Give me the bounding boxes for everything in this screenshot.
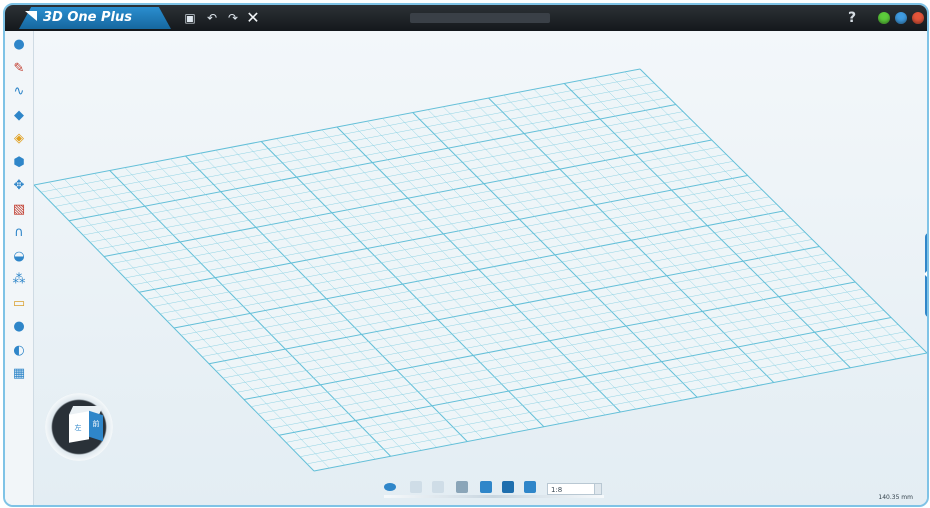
maximize-button[interactable] <box>895 12 907 24</box>
feature-icon[interactable]: ◆ <box>11 108 27 124</box>
grid-plane <box>34 69 927 471</box>
zoom-window-icon[interactable] <box>432 481 444 493</box>
redo-icon[interactable]: ↷ <box>226 9 240 27</box>
grid-settings-icon[interactable]: ▦ <box>11 366 27 382</box>
3d-viewport[interactable] <box>34 31 927 505</box>
work-plane-grid <box>34 68 927 472</box>
close-button[interactable] <box>912 12 924 24</box>
status-readout: 140.35 mm <box>878 494 913 501</box>
chevron-left-icon[interactable] <box>924 269 927 279</box>
zoom-icon[interactable] <box>456 481 468 493</box>
document-title-area <box>410 13 550 23</box>
view-cube[interactable]: 前 左 <box>45 393 113 461</box>
fit-view-icon[interactable] <box>410 481 422 493</box>
curve-icon[interactable]: ∿ <box>11 84 27 100</box>
material-sphere-icon[interactable]: ● <box>11 319 27 335</box>
move-icon[interactable]: ✥ <box>11 178 27 194</box>
minimize-button[interactable] <box>878 12 890 24</box>
modify-icon[interactable]: ⬢ <box>11 155 27 171</box>
render-icon[interactable]: ◐ <box>11 343 27 359</box>
title-bar: 3D One Plus ▣ ↶ ↷ ✕ ? <box>5 5 927 31</box>
magnet-icon[interactable]: ∩ <box>11 225 27 241</box>
combine-icon[interactable]: ⁂ <box>11 272 27 288</box>
render-mode-icon[interactable] <box>480 481 492 493</box>
pattern-icon[interactable]: ▧ <box>11 202 27 218</box>
basic-solid-icon[interactable]: ● <box>11 37 27 53</box>
bottom-toolbar-shadow <box>384 495 604 498</box>
help-icon[interactable]: ? <box>845 8 859 28</box>
view-scale-select[interactable]: 1:8 <box>547 483 597 495</box>
view-direction-icon[interactable] <box>524 481 536 493</box>
chevron-down-icon[interactable] <box>594 483 602 495</box>
left-toolbar: ● ✎ ∿ ◆ ◈ ⬢ ✥ ▧ ∩ ◒ ⁂ ▭ ● ◐ ▦ <box>5 31 34 505</box>
special-function-icon[interactable]: ◈ <box>11 131 27 147</box>
view-eye-icon[interactable] <box>384 483 396 491</box>
measure-icon[interactable]: ▭ <box>11 296 27 312</box>
app-title: 3D One Plus <box>43 10 132 25</box>
undo-icon[interactable]: ↶ <box>205 9 219 27</box>
app-window: 3D One Plus ▣ ↶ ↷ ✕ ? ● ✎ ∿ ◆ ◈ ⬢ ✥ ▧ ∩ ◒ ⁂ ▭ ● ◐ ▦ 前 … <box>3 3 929 507</box>
assembly-icon[interactable]: ◒ <box>11 249 27 265</box>
cube-front-label: 左 <box>74 424 82 432</box>
cube-side-label: 前 <box>92 420 100 428</box>
display-mode-icon[interactable] <box>502 481 514 493</box>
close-doc-icon[interactable]: ✕ <box>245 9 261 27</box>
save-icon[interactable]: ▣ <box>183 9 197 27</box>
sketch-pen-icon[interactable]: ✎ <box>11 61 27 77</box>
